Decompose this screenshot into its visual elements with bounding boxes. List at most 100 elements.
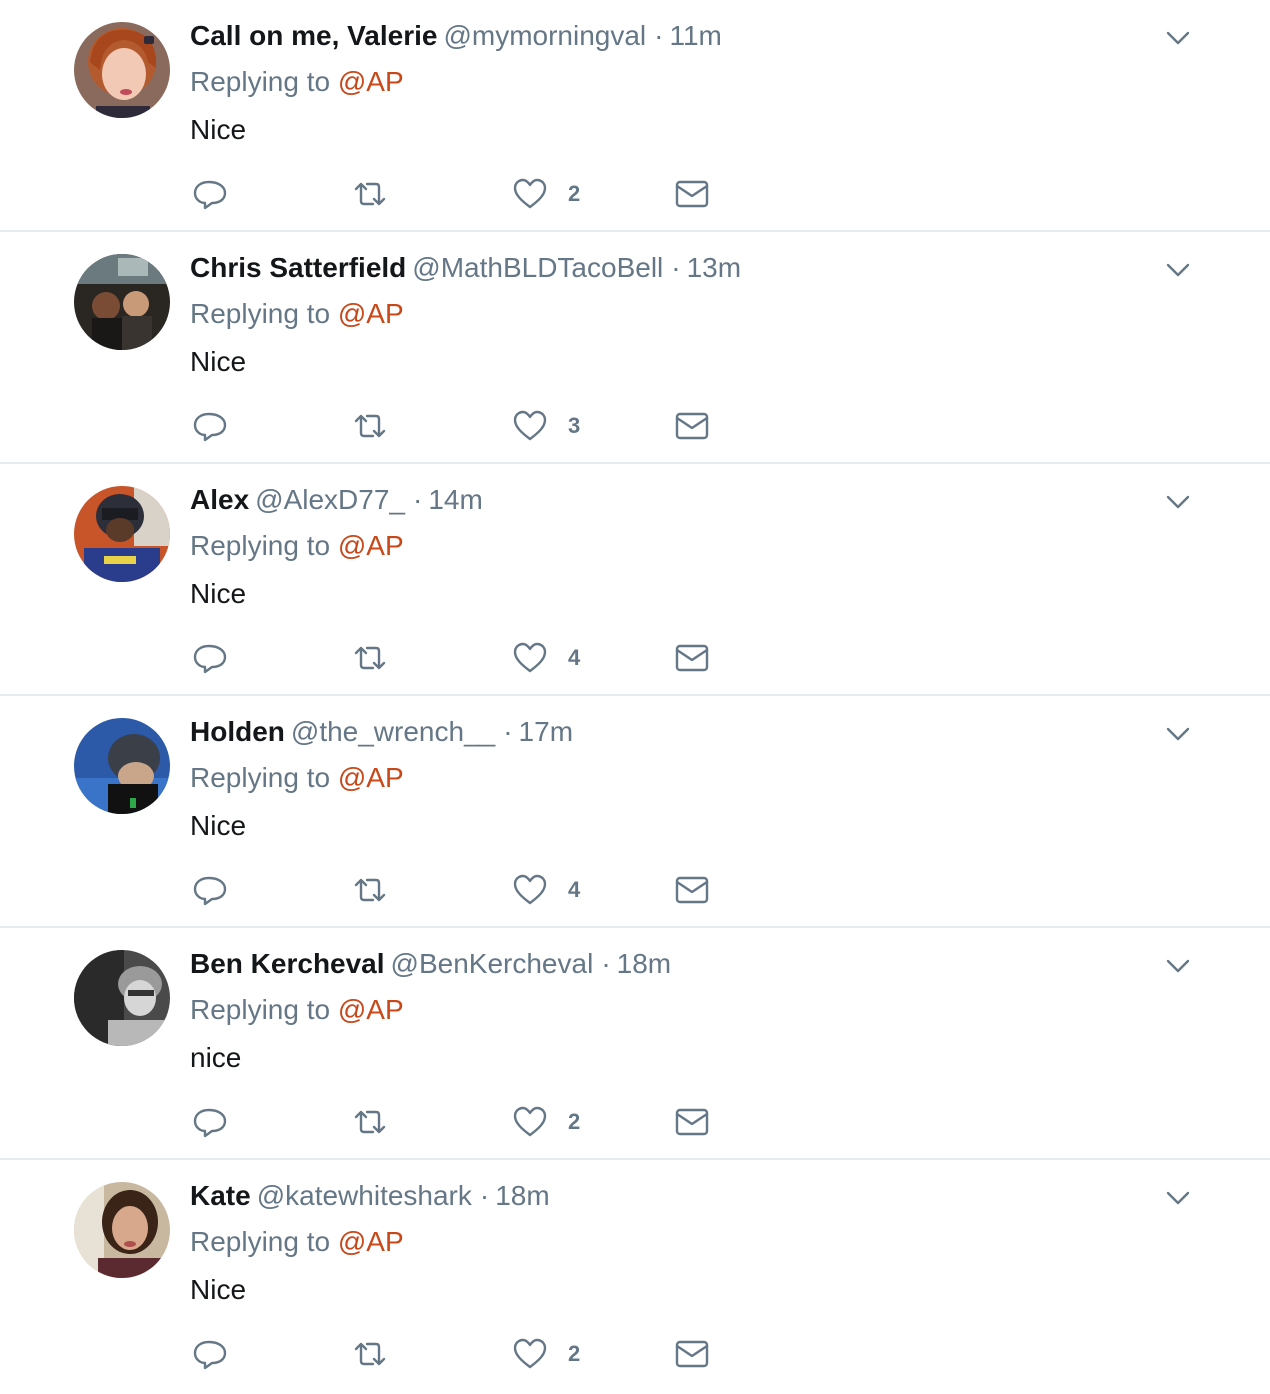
separator: · (479, 1180, 490, 1211)
like-button[interactable]: 4 (512, 870, 580, 910)
tweet[interactable]: Kate @katewhiteshark · 18m Replying to @AP … (0, 1160, 1270, 1392)
display-name[interactable]: Ben Kercheval (190, 948, 385, 979)
reply-button[interactable] (192, 174, 228, 214)
reply-icon (193, 1340, 227, 1370)
tweet[interactable]: Holden @the_wrench__ · 17m Replying to @AP … (0, 696, 1270, 928)
like-count: 4 (568, 877, 581, 902)
tweet-header: Alex @AlexD77_ · 14m (190, 480, 483, 520)
direct-message-button[interactable] (674, 174, 710, 214)
user-handle[interactable]: @BenKercheval (391, 948, 594, 979)
replying-to: Replying to @AP (190, 992, 404, 1028)
timestamp[interactable]: 18m (495, 1180, 549, 1211)
separator: · (601, 948, 611, 979)
timestamp[interactable]: 17m (519, 716, 573, 747)
chevron-down-icon[interactable] (1162, 254, 1194, 286)
timestamp[interactable]: 11m (669, 20, 721, 51)
tweet[interactable]: Call on me, Valerie @mymorningval · 11m Rep… (0, 0, 1270, 232)
user-handle[interactable]: @MathBLDTacoBell (412, 252, 663, 283)
mention-link[interactable]: @AP (338, 762, 404, 793)
tweet-header: Holden @the_wrench__ · 17m (190, 712, 573, 752)
timestamp[interactable]: 14m (428, 484, 482, 515)
avatar[interactable] (74, 254, 170, 350)
replying-to: Replying to @AP (190, 64, 404, 100)
direct-message-button[interactable] (674, 638, 710, 678)
like-button[interactable]: 4 (512, 638, 580, 678)
direct-message-button[interactable] (674, 1334, 710, 1374)
retweet-button[interactable] (352, 638, 388, 678)
mention-link[interactable]: @AP (338, 994, 404, 1025)
replying-to-label: Replying to (190, 994, 331, 1025)
like-button[interactable]: 2 (512, 174, 580, 214)
reply-button[interactable] (192, 1102, 228, 1142)
like-button[interactable]: 2 (512, 1334, 580, 1374)
heart-icon (513, 1106, 547, 1137)
timestamp[interactable]: 13m (687, 252, 741, 283)
replying-to-label: Replying to (190, 298, 331, 329)
display-name[interactable]: Holden (190, 716, 285, 747)
reply-icon (193, 876, 227, 906)
display-name[interactable]: Alex (190, 484, 249, 515)
tweet-actions: 4 (190, 870, 750, 910)
retweet-button[interactable] (352, 870, 388, 910)
heart-icon (513, 642, 547, 673)
envelope-icon (675, 180, 709, 208)
user-handle[interactable]: @AlexD77_ (255, 484, 405, 515)
user-handle[interactable]: @the_wrench__ (291, 716, 495, 747)
direct-message-button[interactable] (674, 406, 710, 446)
mention-link[interactable]: @AP (338, 298, 404, 329)
tweet-text: Nice (190, 346, 247, 377)
tweet-actions: 2 (190, 1334, 750, 1374)
user-handle[interactable]: @mymorningval (443, 20, 646, 51)
heart-icon (513, 410, 547, 441)
display-name[interactable]: Call on me, Valerie (190, 20, 437, 51)
retweet-button[interactable] (352, 1334, 388, 1374)
chevron-down-icon[interactable] (1162, 1182, 1194, 1214)
like-button[interactable]: 2 (512, 1102, 580, 1142)
retweet-button[interactable] (352, 174, 388, 214)
mention-link[interactable]: @AP (338, 530, 404, 561)
retweet-icon (354, 646, 386, 670)
direct-message-button[interactable] (674, 870, 710, 910)
replying-to-label: Replying to (190, 66, 331, 97)
reply-button[interactable] (192, 406, 228, 446)
avatar-image (74, 254, 170, 350)
direct-message-button[interactable] (674, 1102, 710, 1142)
tweet[interactable]: Alex @AlexD77_ · 14m Replying to @AP Nice 4 (0, 464, 1270, 696)
avatar-image (74, 1182, 170, 1278)
chevron-down-icon[interactable] (1162, 950, 1194, 982)
mention-link[interactable]: @AP (338, 66, 404, 97)
tweet-text: Nice (190, 578, 247, 609)
like-button[interactable]: 3 (512, 406, 580, 446)
retweet-button[interactable] (352, 406, 388, 446)
replying-to: Replying to @AP (190, 1224, 404, 1260)
avatar[interactable] (74, 1182, 170, 1278)
display-name[interactable]: Kate (190, 1180, 251, 1211)
reply-button[interactable] (192, 638, 228, 678)
like-count: 2 (568, 1109, 581, 1134)
mention-link[interactable]: @AP (338, 1226, 404, 1257)
like-count: 3 (568, 413, 581, 438)
avatar[interactable] (74, 22, 170, 118)
separator: · (503, 716, 513, 747)
timestamp[interactable]: 18m (617, 948, 671, 979)
retweet-button[interactable] (352, 1102, 388, 1142)
heart-icon (513, 1338, 547, 1369)
reply-button[interactable] (192, 870, 228, 910)
chevron-down-icon[interactable] (1162, 718, 1194, 750)
retweet-icon (354, 878, 386, 902)
envelope-icon (675, 876, 709, 904)
user-handle[interactable]: @katewhiteshark (257, 1180, 472, 1211)
tweet[interactable]: Chris Satterfield @MathBLDTacoBell · 13m Re… (0, 232, 1270, 464)
tweet[interactable]: Ben Kercheval @BenKercheval · 18m Replying … (0, 928, 1270, 1160)
avatar[interactable] (74, 950, 170, 1046)
envelope-icon (675, 1340, 709, 1368)
replying-to: Replying to @AP (190, 296, 404, 332)
display-name[interactable]: Chris Satterfield (190, 252, 406, 283)
avatar[interactable] (74, 486, 170, 582)
chevron-down-icon[interactable] (1162, 22, 1194, 54)
like-count: 4 (568, 645, 581, 670)
chevron-down-icon[interactable] (1162, 486, 1194, 518)
avatar[interactable] (74, 718, 170, 814)
reply-button[interactable] (192, 1334, 228, 1374)
retweet-icon (354, 1342, 386, 1366)
